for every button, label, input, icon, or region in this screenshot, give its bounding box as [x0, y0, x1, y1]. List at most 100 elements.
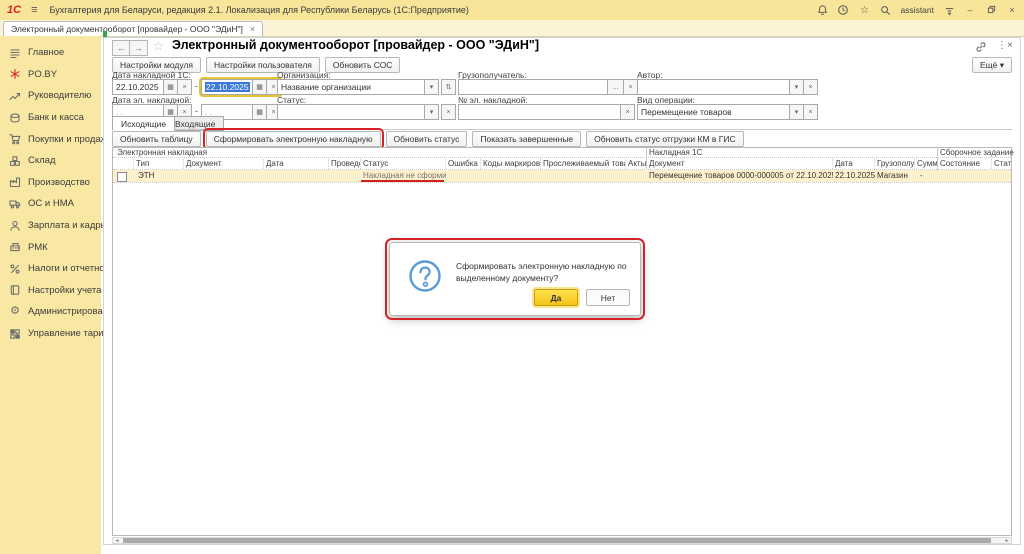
tab-outgoing[interactable]: Исходящие [112, 116, 176, 131]
column-state[interactable]: Состояние [938, 159, 992, 169]
scrollbar-thumb[interactable] [123, 538, 991, 543]
sidebar-item-manager[interactable]: Руководителю [0, 85, 101, 107]
sidebar-item-main[interactable]: Главное [0, 42, 101, 64]
group-header-invoice-1c: Накладная 1С [649, 148, 703, 157]
column-sum[interactable]: Сумма [915, 159, 937, 169]
no-button[interactable]: Нет [586, 289, 630, 306]
calendar-icon[interactable]: ▦ [253, 104, 267, 120]
sections-sidebar: Главное PO.BY Руководителю Банк и касса … [0, 36, 123, 554]
scroll-left-icon[interactable]: ◄ [113, 538, 121, 544]
sidebar-item-rmk[interactable]: РМК [0, 236, 101, 258]
chevron-down-icon[interactable]: ▾ [790, 79, 804, 95]
clear-icon[interactable]: × [441, 104, 456, 120]
sidebar-item-bank-cash[interactable]: Банк и касса [0, 107, 101, 129]
column-posted[interactable]: Проведен [329, 159, 361, 169]
row-doc-1c: Перемещение товаров 0000-000005 от 22.10… [649, 171, 833, 180]
column-date[interactable]: Дата [264, 159, 329, 169]
row-type: ЭТН [138, 171, 155, 180]
column-date-1c[interactable]: Дата [833, 159, 875, 169]
calendar-icon[interactable]: ▦ [253, 79, 267, 95]
select-ellipsis-icon[interactable]: ... [608, 79, 624, 95]
show-completed-button[interactable]: Показать завершенные [472, 131, 582, 147]
sidebar-item-warehouse[interactable]: Склад [0, 150, 101, 172]
column-document[interactable]: Документ [184, 159, 264, 169]
operation-type-input[interactable]: Перемещение товаров [637, 104, 790, 120]
invoice-date-from-input[interactable]: 22.10.2025 [112, 79, 164, 95]
status-filter-input[interactable] [277, 104, 425, 120]
create-electronic-invoice-button[interactable]: Сформировать электронную накладную [202, 128, 384, 150]
column-traceable-goods[interactable]: Прослеживаемый товар [541, 159, 626, 169]
clear-icon[interactable]: × [178, 79, 192, 95]
column-checkbox [113, 159, 134, 169]
minimize-button[interactable]: – [964, 5, 976, 15]
cart-icon [9, 133, 21, 145]
tab-electronic-docflow[interactable]: Электронный документооборот [провайдер -… [3, 21, 264, 36]
column-type[interactable]: Тип [134, 159, 184, 169]
row-date-1c: 22.10.2025 [835, 171, 875, 180]
consignee-input[interactable] [458, 79, 608, 95]
chevron-down-icon[interactable]: ▾ [425, 104, 439, 120]
main-menu-icon[interactable]: ≡ [31, 4, 37, 16]
get-link-icon[interactable] [975, 41, 987, 56]
invoice-date-to-input[interactable]: 22.10.2025 [201, 79, 253, 95]
chevron-down-icon[interactable]: ▾ [425, 79, 439, 95]
documents-table[interactable] [112, 147, 1012, 536]
dialog-message: Сформировать электронную накладную по вы… [456, 261, 627, 283]
close-form-icon[interactable]: × [1007, 40, 1013, 51]
refresh-status-button[interactable]: Обновить статус [385, 131, 468, 147]
more-actions-icon[interactable]: ⋮ [997, 40, 1007, 51]
sidebar-item-production[interactable]: Производство [0, 172, 101, 194]
percent-icon [9, 263, 21, 275]
choice-list-icon[interactable]: ⇅ [441, 79, 456, 95]
chevron-down-icon[interactable]: ▾ [790, 104, 804, 120]
column-consignee-1c[interactable]: Грузополуч... [875, 159, 915, 169]
refresh-table-button[interactable]: Обновить таблицу [112, 131, 201, 147]
yes-button[interactable]: Да [534, 289, 578, 306]
author-input[interactable] [637, 79, 790, 95]
row-checkbox[interactable] [117, 172, 127, 182]
column-marking-codes[interactable]: Коды маркировки [481, 159, 541, 169]
sidebar-item-taxes-reporting[interactable]: Налоги и отчетность [0, 258, 119, 280]
row-sum: - [920, 171, 923, 180]
refresh-soc-button[interactable]: Обновить СОС [324, 57, 401, 73]
edoc-number-input[interactable] [458, 104, 621, 120]
more-button[interactable]: Ещё ▾ [971, 57, 1012, 73]
sidebar-item-purchases-sales[interactable]: Покупки и продажи [0, 128, 112, 150]
column-document-1c[interactable]: Документ [647, 159, 833, 169]
column-error[interactable]: Ошибка [446, 159, 481, 169]
search-icon[interactable] [879, 4, 891, 16]
scroll-right-icon[interactable]: ► [1003, 538, 1011, 544]
organization-input[interactable]: Название организации [277, 79, 425, 95]
calendar-icon[interactable]: ▦ [164, 79, 178, 95]
sidebar-item-tariff[interactable]: Управление тарифом [0, 323, 123, 345]
horizontal-scrollbar[interactable]: ◄ ► [112, 537, 1012, 544]
status-red-underline-annotation [361, 180, 444, 182]
forward-button[interactable]: → [129, 40, 148, 56]
clear-icon[interactable]: × [804, 104, 818, 120]
close-window-button[interactable]: × [1006, 5, 1018, 15]
sidebar-item-fixed-assets[interactable]: ОС и НМА [0, 193, 101, 215]
column-acts[interactable]: Акты [626, 159, 646, 169]
current-user-label[interactable]: assistant [900, 5, 934, 15]
restore-window-button[interactable] [985, 5, 997, 16]
refresh-km-status-button[interactable]: Обновить статус отгрузки КМ в ГИС [586, 131, 744, 147]
customize-toolbar-icon[interactable] [943, 4, 955, 16]
cash-register-icon [9, 241, 21, 253]
sidebar-item-accounting-settings[interactable]: Настройки учета [0, 280, 101, 302]
clear-icon[interactable]: × [804, 79, 818, 95]
column-status[interactable]: Статус [361, 159, 446, 169]
add-favorite-star-icon[interactable]: ☆ [153, 39, 164, 53]
history-icon[interactable] [837, 4, 849, 16]
person-icon [9, 220, 21, 232]
gear-icon: ⚙ [10, 305, 20, 318]
clear-icon[interactable]: × [621, 104, 635, 120]
sidebar-item-payroll-hr[interactable]: Зарплата и кадры [0, 215, 107, 237]
sidebar-item-poby[interactable]: PO.BY [0, 64, 101, 86]
book-icon [9, 284, 21, 296]
clear-icon[interactable]: × [624, 79, 638, 95]
column-stat[interactable]: Стат... [992, 159, 1011, 169]
sidebar-item-administration[interactable]: ⚙ Администрирование [0, 301, 119, 323]
notifications-bell-icon[interactable] [816, 4, 828, 16]
favorites-star-icon[interactable]: ☆ [858, 4, 870, 16]
tab-close-icon[interactable]: × [250, 24, 255, 34]
